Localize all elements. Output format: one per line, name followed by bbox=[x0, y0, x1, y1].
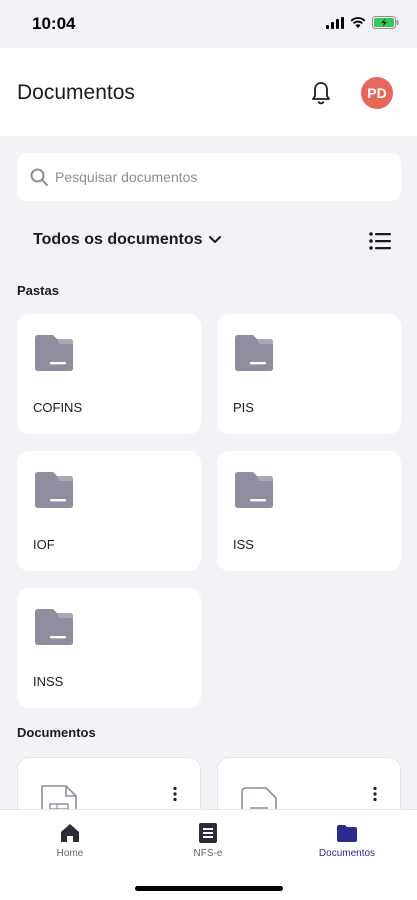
folder-card-inss[interactable]: INSS bbox=[17, 588, 201, 708]
tab-documentos[interactable]: Documentos bbox=[297, 822, 397, 859]
folder-icon bbox=[337, 825, 357, 842]
folder-card-iss[interactable]: ISS bbox=[217, 451, 401, 571]
more-options-icon[interactable] bbox=[372, 786, 378, 802]
avatar-initials: PD bbox=[367, 85, 387, 101]
tab-label: Home bbox=[56, 848, 84, 859]
folder-icon bbox=[235, 472, 273, 508]
search-icon bbox=[30, 168, 48, 186]
folder-label: INSS bbox=[33, 674, 64, 689]
folder-icon bbox=[235, 335, 273, 371]
tab-home[interactable]: Home bbox=[20, 822, 120, 859]
document-filter-dropdown[interactable]: Todos os documentos bbox=[33, 231, 222, 249]
filter-label: Todos os documentos bbox=[33, 231, 203, 248]
status-time: 10:04 bbox=[32, 14, 76, 33]
tab-label: NFS-e bbox=[193, 848, 223, 859]
app-header: Documentos PD bbox=[0, 48, 417, 136]
bell-icon[interactable] bbox=[309, 80, 333, 106]
folder-icon bbox=[35, 472, 73, 508]
folders-section-title: Pastas bbox=[17, 283, 59, 298]
folder-label: COFINS bbox=[33, 400, 83, 415]
battery-icon bbox=[372, 16, 399, 29]
status-icons bbox=[326, 16, 399, 29]
home-icon bbox=[61, 824, 79, 842]
signal-icon bbox=[326, 16, 344, 29]
receipt-icon bbox=[199, 823, 217, 843]
search-input[interactable] bbox=[55, 169, 355, 185]
folder-label: ISS bbox=[233, 537, 254, 552]
folder-icon bbox=[35, 609, 73, 645]
list-view-icon[interactable] bbox=[368, 231, 392, 251]
folder-icon bbox=[35, 335, 73, 371]
folder-label: PIS bbox=[233, 400, 254, 415]
more-options-icon[interactable] bbox=[172, 786, 178, 802]
chevron-down-icon bbox=[209, 236, 222, 243]
tab-nfse[interactable]: NFS-e bbox=[158, 822, 258, 859]
folder-card-cofins[interactable]: COFINS bbox=[17, 314, 201, 434]
status-bar: 10:04 bbox=[0, 0, 417, 48]
folder-card-iof[interactable]: IOF bbox=[17, 451, 201, 571]
wifi-icon bbox=[350, 16, 366, 28]
folder-label: IOF bbox=[33, 537, 55, 552]
avatar[interactable]: PD bbox=[361, 77, 393, 109]
page-title: Documentos bbox=[17, 81, 135, 104]
search-bar bbox=[17, 153, 401, 201]
home-indicator bbox=[135, 886, 283, 891]
folder-card-pis[interactable]: PIS bbox=[217, 314, 401, 434]
documents-section-title: Documentos bbox=[17, 725, 96, 740]
tab-label: Documentos bbox=[318, 848, 376, 859]
